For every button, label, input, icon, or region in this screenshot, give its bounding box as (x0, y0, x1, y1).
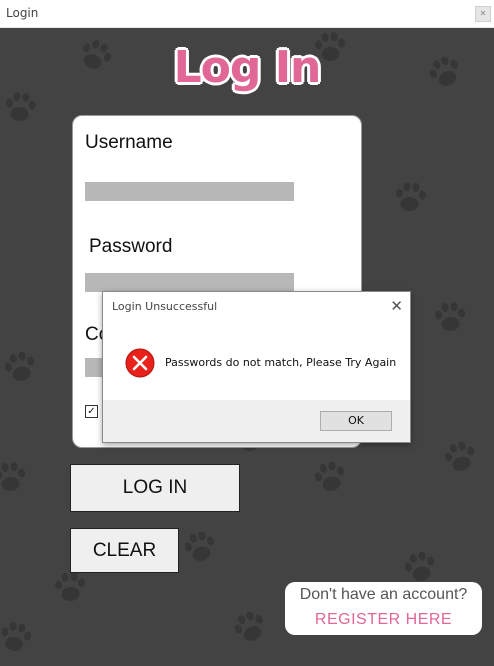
error-icon (125, 348, 155, 378)
window-titlebar: Login ✕ (0, 0, 494, 28)
paw-print-icon (4, 351, 35, 381)
register-prompt: Don't have an account? (299, 586, 468, 603)
register-panel: Don't have an account? REGISTER HERE (285, 582, 482, 635)
page-title: Log In (173, 42, 322, 93)
dialog-close-button[interactable]: ✕ (390, 296, 403, 316)
username-label: Username (85, 132, 173, 153)
window-close-button[interactable]: ✕ (475, 6, 491, 22)
password-field[interactable] (85, 273, 294, 292)
paw-print-icon (0, 462, 26, 491)
ok-button[interactable]: OK (320, 411, 392, 431)
clear-button[interactable]: CLEAR (70, 528, 179, 573)
login-unsuccessful-dialog: Login Unsuccessful ✕ Passwords do not ma… (102, 291, 411, 443)
register-link[interactable]: REGISTER HERE (285, 611, 482, 629)
paw-print-icon (1, 621, 32, 651)
dialog-body: Passwords do not match, Please Try Again (103, 322, 410, 400)
paw-print-icon (184, 531, 215, 561)
username-field[interactable] (85, 182, 294, 201)
login-button[interactable]: LOG IN (70, 464, 240, 512)
paw-print-icon (234, 611, 263, 641)
paw-print-icon (314, 461, 345, 491)
paw-print-icon (55, 572, 86, 601)
window-title: Login (6, 6, 39, 20)
dialog-title: Login Unsuccessful (112, 300, 218, 313)
paw-print-icon (435, 302, 466, 331)
password-label: Password (89, 236, 173, 257)
dialog-message: Passwords do not match, Please Try Again (165, 356, 397, 369)
show-password-checkbox[interactable]: ✓ (85, 405, 98, 418)
paw-print-icon (444, 441, 475, 471)
paw-print-icon (395, 182, 426, 211)
paw-print-icon (5, 92, 36, 121)
dialog-titlebar: Login Unsuccessful ✕ (103, 292, 410, 322)
paw-print-icon (404, 551, 435, 581)
